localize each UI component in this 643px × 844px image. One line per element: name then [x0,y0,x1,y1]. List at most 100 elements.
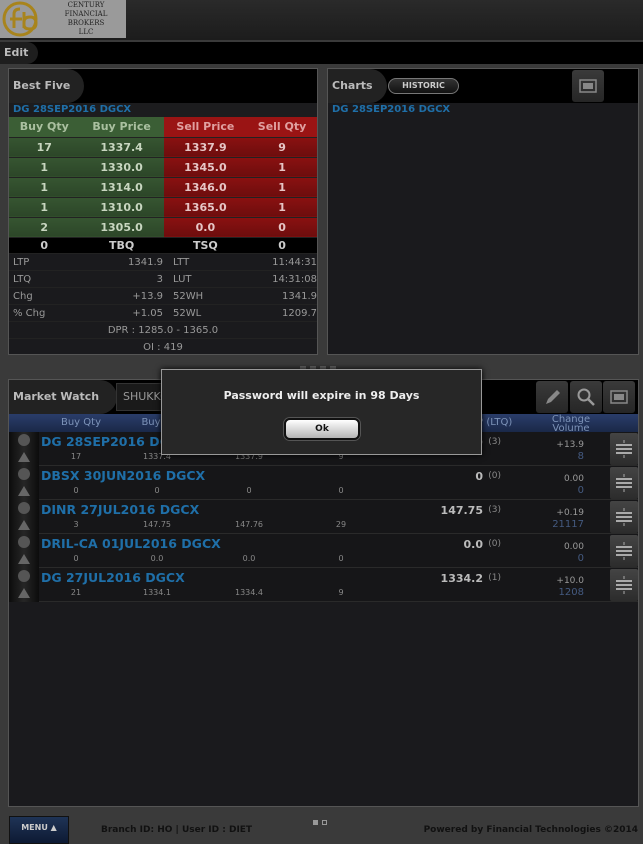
total-buy-qty: 0 [9,237,80,254]
company-logo: CENTURY FINANCIAL BROKERS LLC [0,0,126,38]
col-buy-qty[interactable]: Buy Qty [41,414,121,432]
sell-price: 0.0 [163,217,248,238]
page-dot-active[interactable] [313,820,318,825]
market-watch-list: DG 28SEP2016 DGCX171337.41337.999(3)+13.… [9,432,638,602]
order-menu-icon [616,508,632,526]
ltq-value: (3) [488,437,501,447]
tbq-label: TBQ [79,237,164,254]
historic-button[interactable]: HISTORIC [388,78,459,94]
edit-watchlist-button[interactable] [536,381,568,413]
change-value: +0.19 [556,508,584,518]
stats-row: Chg +13.9 52WH 1341.9 [9,288,317,305]
buy-qty: 0 [73,486,79,495]
stat-value: 1341.9 [128,256,163,268]
stat-value: 1209.7 [282,307,317,319]
col-sell-qty: Sell Qty [247,117,317,138]
dialog-message: Password will expire in 98 Days [223,389,420,402]
instrument-name: DRIL-CA 01JUL2016 DGCX [41,536,221,551]
buy-price: 147.75 [143,520,171,529]
sell-qty: 29 [335,520,347,529]
instrument-name: DG 27JUL2016 DGCX [41,570,185,585]
sell-qty: 1 [247,157,317,178]
best-five-instrument: DG 28SEP2016 DGCX [9,103,317,117]
trend-indicator-icon [9,500,39,534]
volume-value: 0 [577,485,584,496]
charts-panel: Charts HISTORIC DG 28SEP2016 DGCX [327,68,639,355]
logo-line-1: CENTURY [67,1,105,9]
pencil-icon [546,390,560,404]
ltp-value: 0.0 [463,538,484,551]
total-sell-qty: 0 [247,237,317,254]
best-five-header-row: Buy Qty Buy Price Sell Price Sell Qty [9,117,317,138]
watchlist-row[interactable]: DINR 27JUL2016 DGCX 3 147.75 147.76 29 147.75… [9,500,638,534]
logo-line-2: FINANCIAL BROKERS [64,10,108,27]
stats-row: % Chg +1.05 52WL 1209.7 [9,305,317,322]
depth-row[interactable]: 1 1330.0 1345.0 1 [9,157,317,178]
buy-price: 1314.0 [79,177,164,198]
stat-value: 11:44:31 [272,256,317,268]
sell-price: 1337.9 [163,137,248,158]
row-options-button[interactable] [610,433,638,465]
maximize-charts-button[interactable] [572,70,604,102]
buy-qty: 17 [70,452,82,461]
depth-row[interactable]: 1 1310.0 1365.0 1 [9,197,317,218]
ltp-value: 0 [475,470,483,483]
watchlist-row[interactable]: DG 27JUL2016 DGCX 21 1334.1 1334.4 9 1334.2 (1… [9,568,638,602]
sell-qty: 9 [338,588,344,597]
watchlist-row[interactable]: DBSX 30JUN2016 DGCX 0 0 0 0 0 (0) 0.00 0 [9,466,638,500]
stat-value: +13.9 [132,290,163,302]
dpr-text: DPR : 1285.0 - 1365.0 [9,322,317,339]
stat-value: 1341.9 [282,290,317,302]
page-dot[interactable] [322,820,327,825]
watchlist-row[interactable]: DRIL-CA 01JUL2016 DGCX 0 0.0 0.0 0 0.0 (0) 0.00… [9,534,638,568]
maximize-icon [579,79,597,93]
sell-qty: 1 [247,197,317,218]
row-options-button[interactable] [610,467,638,499]
logo-text: CENTURY FINANCIAL BROKERS LLC [46,1,126,37]
best-five-header: Best Five [9,69,317,103]
sell-qty: 1 [247,177,317,198]
trend-indicator-icon [9,568,39,602]
quote-stats: LTP 1341.9 LTT 11:44:31 LTQ 3 LUT 14:31:… [9,254,317,356]
sell-price: 1334.4 [235,588,263,597]
buy-price: 1310.0 [79,197,164,218]
charts-header: Charts HISTORIC [328,69,638,103]
ltp-value: 147.75 [440,504,483,517]
edit-button[interactable]: Edit [0,42,38,64]
logo-line-3: LLC [78,28,94,36]
ok-button[interactable]: Ok [284,418,360,440]
buy-price: 1334.1 [143,588,171,597]
footer-bar: MENU ▲ Branch ID: HO | User ID : DIET Po… [0,813,643,844]
row-options-button[interactable] [610,569,638,601]
tsq-label: TSQ [163,237,248,254]
volume-value: 1208 [558,587,584,598]
ltq-value: (1) [488,573,501,583]
buy-qty: 1 [9,177,80,198]
stat-label: 52WH [173,290,204,302]
stat-label: LTP [13,256,30,268]
search-button[interactable] [570,381,602,413]
top-bar: CENTURY FINANCIAL BROKERS LLC [0,0,643,40]
volume-value: 0 [577,553,584,564]
row-options-button[interactable] [610,501,638,533]
stat-label: Chg [13,290,33,302]
maximize-watch-button[interactable] [603,381,635,413]
sell-price: 1346.0 [163,177,248,198]
best-five-table: Buy Qty Buy Price Sell Price Sell Qty 17… [9,117,317,254]
sell-price: 1365.0 [163,197,248,218]
col-change-volume[interactable]: Change Volume [541,414,601,434]
maximize-icon [610,390,628,404]
branch-user-info: Branch ID: HO | User ID : DIET [101,825,253,835]
change-value: +13.9 [556,440,584,450]
menu-button[interactable]: MENU ▲ [9,816,69,844]
row-options-button[interactable] [610,535,638,567]
sell-qty: 0 [338,554,344,563]
edit-bar: Edit [0,42,643,64]
order-menu-icon [616,542,632,560]
charts-title: Charts [328,69,387,103]
depth-row[interactable]: 2 1305.0 0.0 0 [9,217,317,238]
best-five-title: Best Five [9,69,85,103]
depth-row[interactable]: 1 1314.0 1346.0 1 [9,177,317,198]
depth-row[interactable]: 17 1337.4 1337.9 9 [9,137,317,158]
buy-price: 1305.0 [79,217,164,238]
